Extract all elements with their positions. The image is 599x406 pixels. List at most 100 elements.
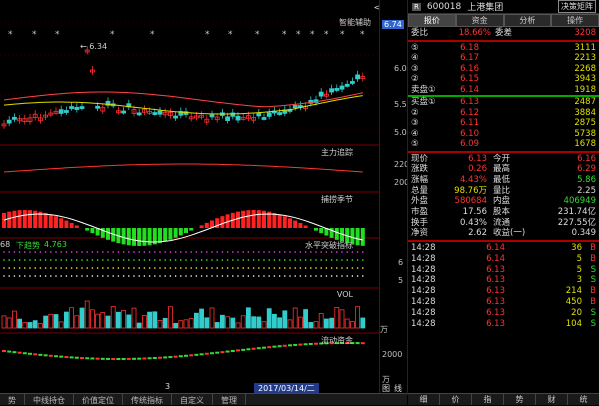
- candle-body: [278, 113, 282, 115]
- breakout-dot: [237, 251, 239, 253]
- season-bar: [49, 214, 53, 228]
- breakout-dot: [55, 267, 57, 269]
- tab-funds[interactable]: 资金: [456, 14, 504, 27]
- star-marker: *: [8, 30, 13, 40]
- breakout-dot: [346, 267, 348, 269]
- tick-row: 14:286.13104S: [408, 319, 599, 330]
- buy-row[interactable]: ②6.123884: [408, 108, 599, 119]
- season-bar: [64, 221, 68, 228]
- quote-value2: 6.29: [527, 164, 596, 175]
- sell-row[interactable]: ②6.153943: [408, 74, 599, 85]
- breakout-dot: [284, 267, 286, 269]
- tick-price: 6.13: [455, 319, 505, 330]
- rtab-5[interactable]: 统: [568, 394, 599, 405]
- season-bar: [75, 225, 79, 228]
- breakout-dot: [352, 267, 354, 269]
- quote-row: 涨幅4.43%最低5.86: [408, 175, 599, 186]
- breakout-dot: [326, 251, 328, 253]
- quote-value: 17.56: [439, 207, 487, 218]
- bottom-tab-5[interactable]: 管理: [213, 394, 246, 405]
- breakout-dot: [81, 251, 83, 253]
- bottom-tab-1[interactable]: 中线持仓: [25, 394, 74, 405]
- liquidity-mark: [179, 355, 183, 357]
- candle-body: [80, 107, 84, 109]
- season-bar: [163, 228, 167, 242]
- tick-price: 6.13: [455, 265, 505, 276]
- buy-row[interactable]: ⑤6.091678: [408, 139, 599, 150]
- tab-operation[interactable]: 操作: [551, 14, 599, 27]
- breakout-dot: [341, 251, 343, 253]
- sell-row[interactable]: ③6.162268: [408, 64, 599, 75]
- spacer: [479, 85, 529, 96]
- buy-label: ②: [411, 108, 445, 119]
- rtab-2[interactable]: 指: [472, 394, 504, 405]
- buy-row[interactable]: ④6.105738: [408, 129, 599, 140]
- quote-row: 换手0.43%流通227.55亿: [408, 218, 599, 229]
- breakout-dot: [211, 259, 213, 261]
- rtab-3[interactable]: 势: [504, 394, 536, 405]
- volume-bar: [23, 323, 27, 328]
- quote-label: 净资: [411, 228, 439, 239]
- quote-label: 外盘: [411, 196, 439, 207]
- quote-row: 净资2.62收益(一)0.349: [408, 228, 599, 239]
- decision-matrix-button[interactable]: 决策矩阵: [558, 0, 596, 13]
- bottom-tab-4[interactable]: 自定义: [172, 394, 213, 405]
- breakout-dot: [201, 267, 203, 269]
- sell-row[interactable]: 卖盘①6.141918: [408, 85, 599, 96]
- sell-row[interactable]: ⑤6.183111: [408, 43, 599, 54]
- breakout-dot: [268, 251, 270, 253]
- breakout-dot: [14, 267, 16, 269]
- breakout-dot: [3, 259, 5, 261]
- breakout-dot: [346, 259, 348, 261]
- liquidity-mark: [267, 346, 271, 348]
- breakout-dot: [300, 251, 302, 253]
- season-bar: [59, 218, 63, 228]
- buy-row[interactable]: ③6.112875: [408, 118, 599, 129]
- season-bar: [262, 211, 266, 228]
- sell-row[interactable]: ④6.172213: [408, 53, 599, 64]
- breakout-dot: [222, 259, 224, 261]
- breakout-dot: [128, 267, 130, 269]
- bottom-tab-3[interactable]: 传统指标: [123, 394, 172, 405]
- volume-bar: [226, 317, 230, 328]
- liquidity-mark: [288, 344, 292, 346]
- liquidity-mark: [70, 356, 74, 358]
- breakout-dot: [3, 251, 5, 253]
- breakout-dot: [180, 267, 182, 269]
- breakout-dot: [86, 267, 88, 269]
- breakout-dot: [263, 259, 265, 261]
- smart-assist-label[interactable]: 智能辅助: [339, 17, 371, 28]
- breakout-dot: [118, 275, 120, 277]
- tick-volume: 5: [505, 254, 582, 265]
- breakout-dot: [180, 251, 182, 253]
- buy-label: ⑤: [411, 139, 445, 150]
- bottom-tab-0[interactable]: 势: [0, 394, 25, 405]
- candle-body: [70, 107, 74, 109]
- rtab-0[interactable]: 细: [408, 394, 440, 405]
- bottom-tab-2[interactable]: 价值定位: [74, 394, 123, 405]
- ratio-label2: 委差: [491, 28, 521, 39]
- tab-analysis[interactable]: 分析: [504, 14, 552, 27]
- breakout-dot: [331, 267, 333, 269]
- liquidity-mark: [44, 354, 48, 356]
- breakout-dot: [92, 259, 94, 261]
- buy-row[interactable]: 买盘①6.132487: [408, 97, 599, 108]
- season-bar: [236, 212, 240, 228]
- kline-chart-area[interactable]: <<展开 智能辅助 ************** ← 6.34 主力追踪 捕捞季…: [0, 0, 379, 395]
- season-bar: [2, 213, 6, 228]
- volume-bar: [293, 308, 297, 328]
- rtab-4[interactable]: 财: [536, 394, 568, 405]
- tab-quote[interactable]: 报价: [408, 14, 456, 27]
- axis-main-2: 5.0: [394, 128, 407, 137]
- liquidity-mark: [153, 357, 157, 359]
- liquidity-mark: [200, 353, 204, 355]
- spacer: [479, 43, 529, 54]
- volume-bar: [70, 308, 74, 328]
- rtab-1[interactable]: 价: [440, 394, 472, 405]
- liquidity-mark: [127, 358, 131, 360]
- volume-bar: [38, 323, 42, 328]
- breakout-dot: [242, 267, 244, 269]
- breakout-dot: [336, 259, 338, 261]
- tick-volume: 214: [505, 286, 582, 297]
- liquidity-mark: [272, 346, 276, 348]
